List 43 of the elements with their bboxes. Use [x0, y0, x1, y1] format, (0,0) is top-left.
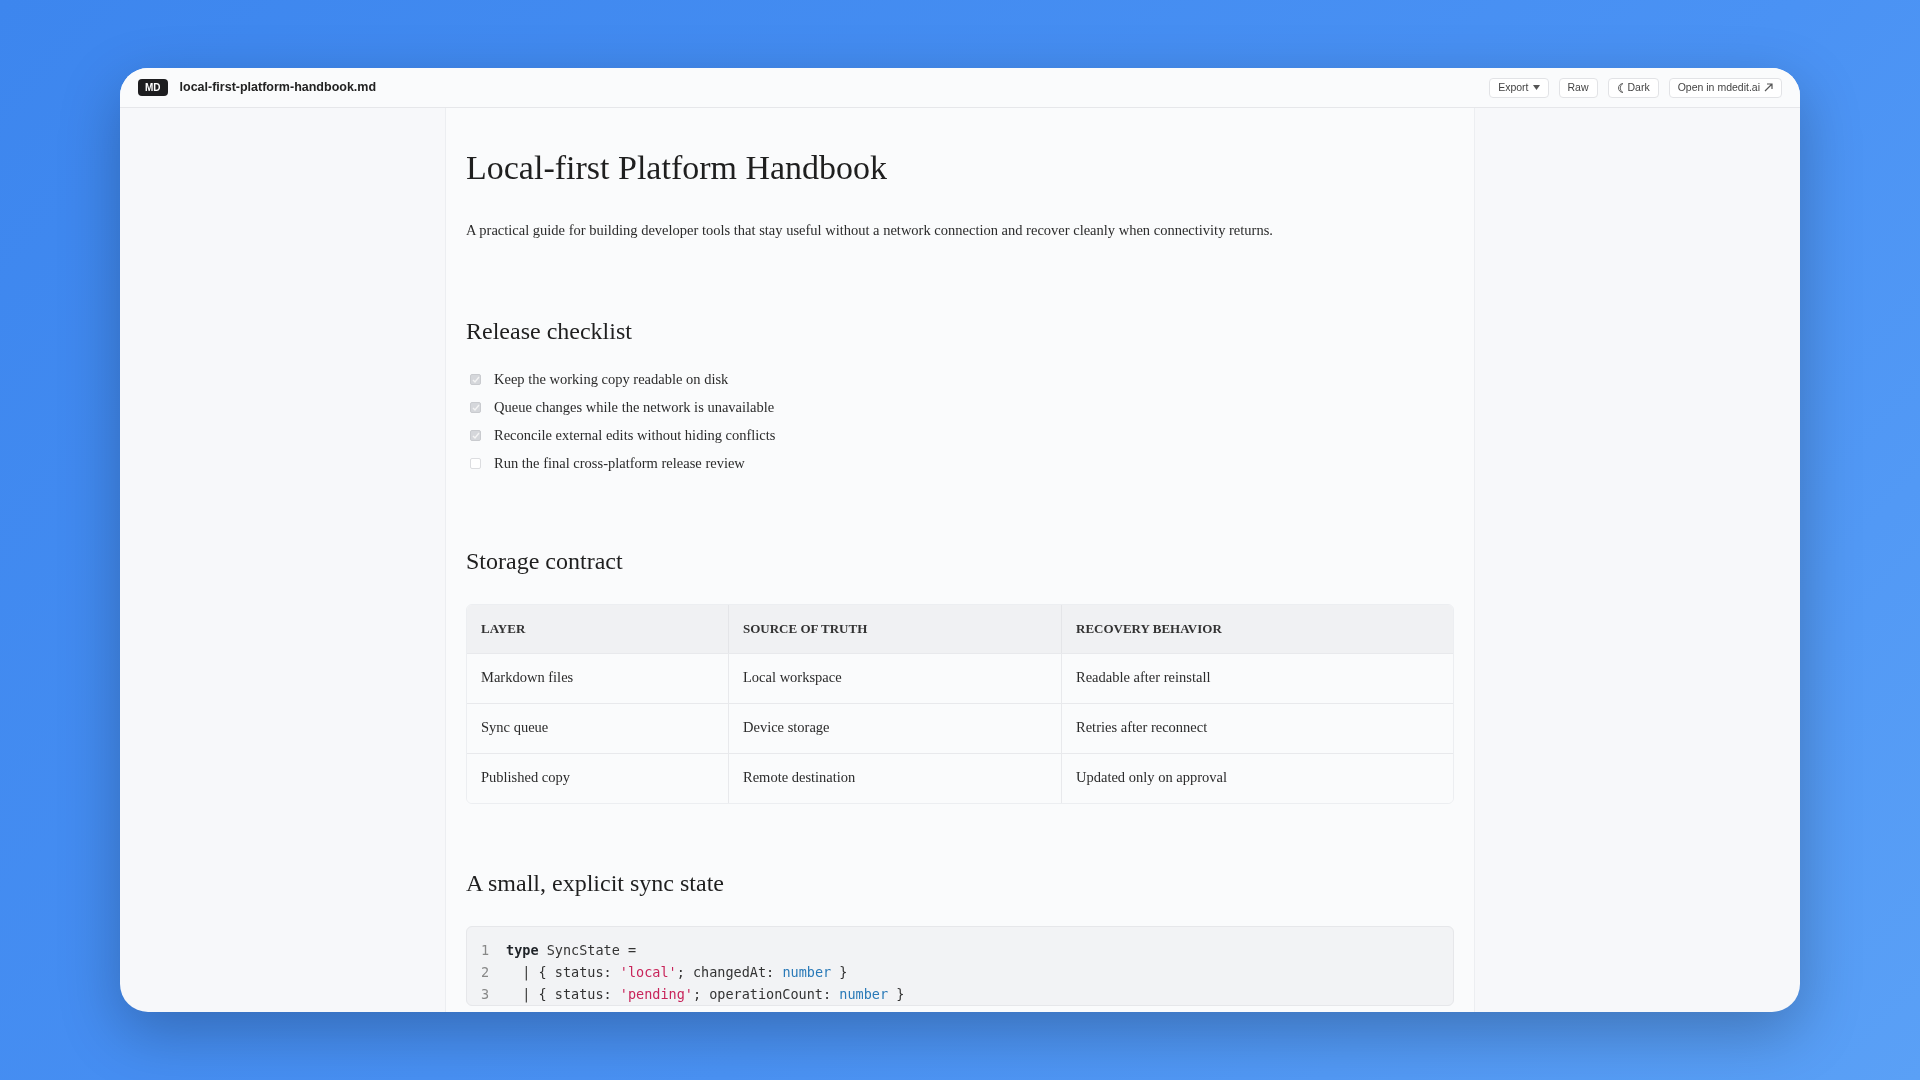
table-cell: Retries after reconnect	[1061, 703, 1453, 753]
checkbox[interactable]	[470, 458, 481, 470]
table-cell: Remote destination	[728, 753, 1061, 803]
table-cell: Local workspace	[728, 653, 1061, 703]
moon-icon	[1616, 82, 1624, 93]
check-icon	[471, 403, 480, 412]
checkbox[interactable]	[470, 430, 481, 442]
checklist-item: Reconcile external edits without hiding conflicts	[494, 425, 776, 445]
checklist-item: Run the final cross-platform release review	[494, 453, 745, 473]
toolbar-button[interactable]: Open in mdedit.ai	[1668, 77, 1782, 98]
code-line: type SyncState =	[506, 940, 637, 960]
table-cell: Updated only on approval	[1061, 753, 1453, 803]
check-icon	[471, 375, 480, 384]
column-header: LAYER	[480, 620, 527, 638]
intro-paragraph: A practical guide for building developer tools that stay useful without a network connection and recover cleanly when connectivity returns.	[466, 221, 1274, 240]
toolbar-button[interactable]: Raw	[1558, 77, 1598, 98]
table-cell-text: Markdown files	[480, 668, 575, 688]
checklist-item: Keep the working copy readable on disk	[494, 369, 729, 389]
line-number: 2	[481, 962, 491, 982]
code-line: | { status: 'pending'; operationCount: number }	[521, 984, 905, 1004]
table-cell-text: Published copy	[480, 768, 571, 788]
table-cell: Device storage	[728, 703, 1061, 753]
arrow-up-right-icon	[1764, 83, 1773, 92]
line-number: 3	[481, 984, 491, 1004]
checkbox[interactable]	[470, 374, 481, 386]
table-cell-text: Sync queue	[480, 718, 550, 738]
file-name: local-first-platform-handbook.md	[179, 79, 377, 97]
table-cell: Readable after reinstall	[1061, 653, 1453, 703]
section-heading: A small, explicit sync state	[466, 868, 725, 898]
line-number: 1	[481, 940, 491, 960]
checklist-item: Queue changes while the network is unavailable	[494, 397, 775, 417]
toolbar-button[interactable]: Dark	[1607, 77, 1659, 98]
check-icon	[471, 431, 480, 440]
column-header: RECOVERY BEHAVIOR	[1061, 604, 1453, 653]
section-heading: Release checklist	[466, 316, 633, 346]
checkbox[interactable]	[470, 402, 481, 414]
caret-icon	[1532, 85, 1540, 90]
toolbar-button[interactable]: Export	[1489, 77, 1549, 98]
section-heading: Storage contract	[466, 546, 624, 576]
document-title: Local-first Platform Handbook	[466, 148, 889, 188]
column-header: SOURCE OF TRUTH	[728, 604, 1061, 653]
code-line: | { status: 'local'; changedAt: number }	[521, 962, 848, 982]
format-badge: MD	[138, 79, 168, 96]
